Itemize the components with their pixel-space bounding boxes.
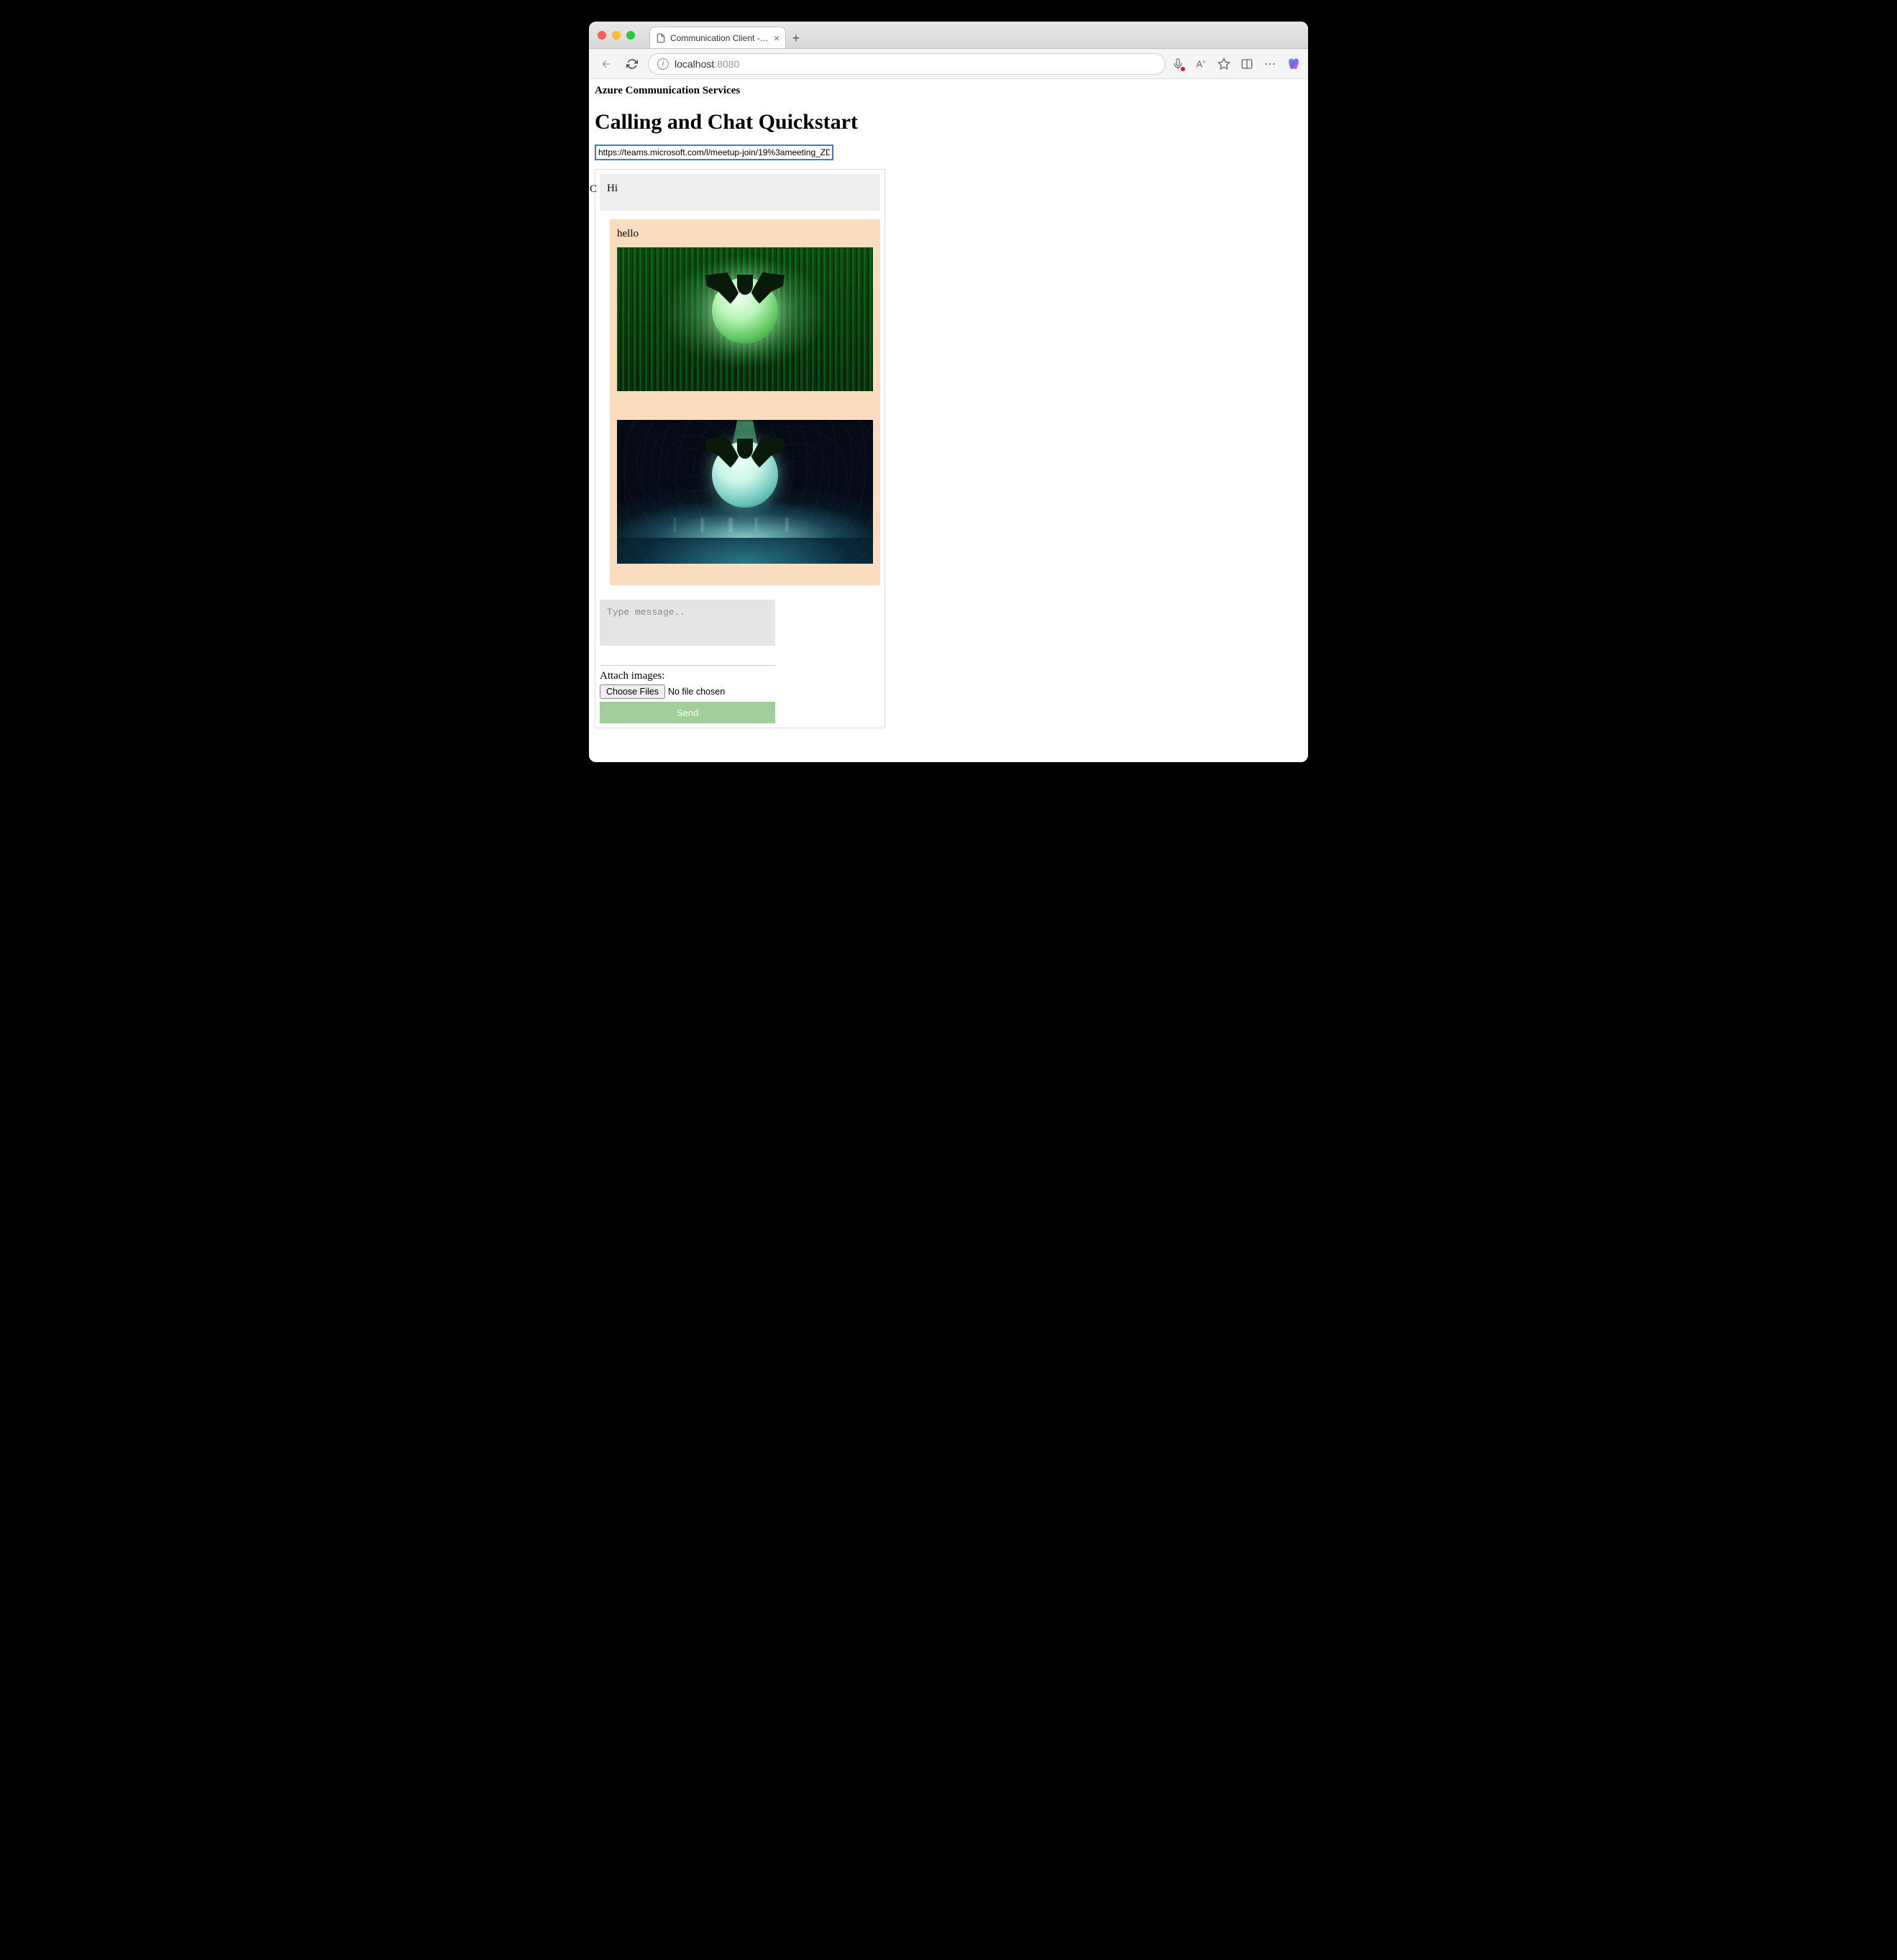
minimize-window-button[interactable] xyxy=(612,31,621,40)
page-title: Calling and Chat Quickstart xyxy=(595,110,1302,134)
tab-strip: Communication Client - Calling × + xyxy=(649,22,806,48)
new-tab-button[interactable]: + xyxy=(786,28,806,48)
file-status-text: No file chosen xyxy=(668,687,725,697)
chat-message-outgoing: hello xyxy=(610,219,880,585)
browser-window: Communication Client - Calling × + i loc… xyxy=(589,22,1308,762)
url-text: localhost:8080 xyxy=(675,58,739,70)
reload-button[interactable] xyxy=(622,54,642,74)
maximize-window-button[interactable] xyxy=(626,31,635,40)
titlebar: Communication Client - Calling × + xyxy=(589,22,1308,49)
toolbar-actions: A» xyxy=(1171,57,1301,71)
message-text: hello xyxy=(617,228,873,240)
microphone-icon[interactable] xyxy=(1171,58,1184,70)
message-attachments xyxy=(617,247,873,564)
message-input[interactable] xyxy=(600,600,775,646)
more-icon[interactable] xyxy=(1263,58,1276,70)
attachment-image[interactable] xyxy=(617,420,873,564)
xbox-logo-icon xyxy=(712,278,778,344)
attachment-image[interactable] xyxy=(617,247,873,391)
compose-area: Attach images: Choose Files No file chos… xyxy=(600,600,880,723)
read-aloud-icon[interactable]: A» xyxy=(1194,58,1207,70)
background-text: C xyxy=(590,183,597,196)
close-window-button[interactable] xyxy=(598,31,606,40)
url-host: localhost xyxy=(675,58,714,70)
message-text: Hi xyxy=(607,183,873,195)
window-controls xyxy=(598,31,635,40)
browser-tab[interactable]: Communication Client - Calling × xyxy=(649,27,786,48)
divider xyxy=(600,665,775,666)
mic-badge-icon xyxy=(1180,66,1186,72)
service-label: Azure Communication Services xyxy=(595,85,1302,97)
chat-panel: Hi hello xyxy=(595,169,885,728)
page-content: Azure Communication Services Calling and… xyxy=(589,79,1308,762)
choose-files-button[interactable]: Choose Files xyxy=(600,684,665,699)
tab-title: Communication Client - Calling xyxy=(670,33,769,43)
site-info-icon[interactable]: i xyxy=(657,58,669,70)
chat-message-incoming: Hi xyxy=(600,174,880,211)
back-button xyxy=(596,54,616,74)
meeting-url-input[interactable] xyxy=(595,145,833,160)
send-button[interactable]: Send xyxy=(600,702,775,723)
attach-label: Attach images: xyxy=(600,670,880,682)
xbox-logo-icon xyxy=(712,441,778,508)
copilot-icon[interactable] xyxy=(1286,57,1301,71)
file-input-row: Choose Files No file chosen xyxy=(600,684,880,699)
split-screen-icon[interactable] xyxy=(1240,58,1253,70)
url-port: :8080 xyxy=(714,58,739,70)
browser-toolbar: i localhost:8080 A» xyxy=(589,49,1308,79)
tab-close-button[interactable]: × xyxy=(774,32,780,44)
page-icon xyxy=(656,33,666,43)
address-bar[interactable]: i localhost:8080 xyxy=(648,53,1166,75)
favorites-icon[interactable] xyxy=(1217,58,1230,70)
